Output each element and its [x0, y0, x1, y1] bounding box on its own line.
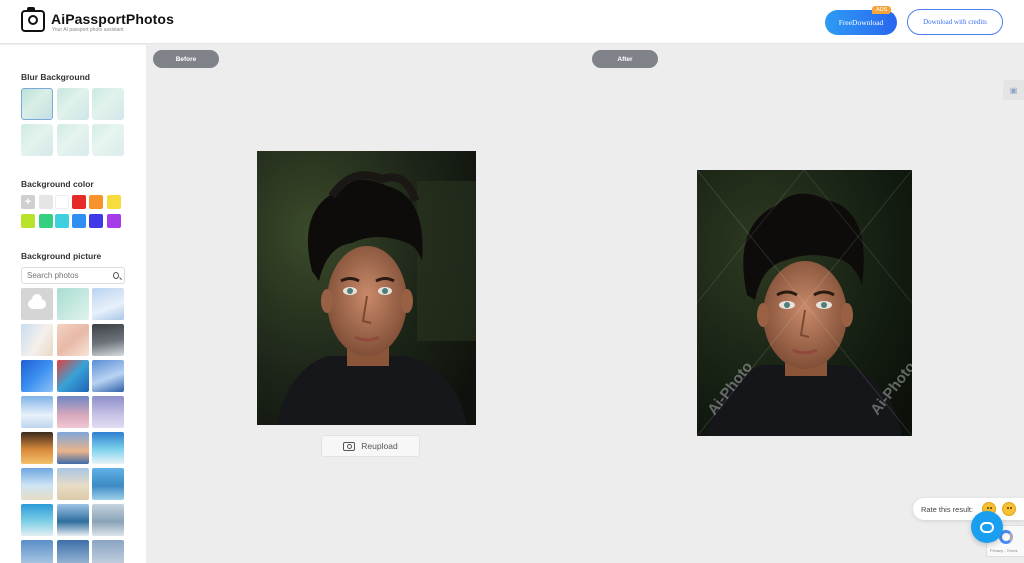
color-swatch-orange[interactable] — [89, 195, 103, 209]
bg-picture-tile[interactable] — [57, 396, 89, 428]
bg-picture-tile[interactable] — [21, 360, 53, 392]
background-picture-title: Background picture — [21, 251, 102, 261]
color-swatch-blue[interactable] — [72, 214, 86, 228]
bg-picture-tile[interactable] — [21, 504, 53, 536]
before-photo — [257, 151, 476, 425]
bg-picture-tile[interactable] — [92, 324, 124, 356]
bg-picture-tile[interactable] — [57, 504, 89, 536]
add-color-icon[interactable]: + — [21, 195, 35, 209]
blur-option-6[interactable] — [92, 124, 124, 156]
bg-picture-tile[interactable] — [57, 540, 89, 563]
color-swatch-lime[interactable] — [21, 214, 35, 228]
color-swatch-cyan[interactable] — [55, 214, 69, 228]
color-swatch-red[interactable] — [72, 195, 86, 209]
blur-option-5[interactable] — [57, 124, 89, 156]
search-icon[interactable] — [113, 272, 119, 279]
bg-picture-tile[interactable] — [57, 360, 89, 392]
download-with-credits-button[interactable]: Download with credits — [907, 9, 1003, 35]
color-swatch-indigo[interactable] — [89, 214, 103, 228]
top-header: AiPassportPhotos Your AI passport photo … — [0, 0, 1024, 44]
cloud-upload-icon — [28, 294, 46, 309]
search-photos-input[interactable] — [27, 271, 113, 280]
bg-picture-tile[interactable] — [92, 468, 124, 500]
sad-face-icon[interactable] — [1002, 502, 1016, 516]
bg-picture-tile[interactable] — [21, 324, 53, 356]
bg-picture-tile[interactable] — [92, 288, 124, 320]
brand-tagline: Your AI passport photo assistant — [52, 27, 124, 33]
sidebar-panel: Blur Background Background color + Backg… — [0, 45, 146, 563]
blur-option-3[interactable] — [92, 88, 124, 120]
color-swatch-lightgray[interactable] — [39, 195, 53, 209]
bg-picture-tile[interactable] — [92, 360, 124, 392]
color-swatch-yellow[interactable] — [107, 195, 121, 209]
brand-name[interactable]: AiPassportPhotos — [51, 11, 174, 27]
camera-icon — [343, 441, 356, 451]
blur-option-1[interactable] — [21, 88, 53, 120]
upload-background-button[interactable] — [21, 288, 53, 320]
blur-background-title: Blur Background — [21, 72, 90, 82]
search-photos-box[interactable] — [21, 267, 125, 284]
reupload-label: Reupload — [361, 441, 398, 451]
bg-picture-tile[interactable] — [57, 468, 89, 500]
blur-option-2[interactable] — [57, 88, 89, 120]
recaptcha-text: Privacy - Terms — [990, 548, 1018, 553]
background-color-title: Background color — [21, 179, 94, 189]
bg-picture-tile[interactable] — [92, 540, 124, 563]
bg-picture-tile[interactable] — [92, 396, 124, 428]
before-label: Before — [153, 50, 219, 68]
bg-picture-tile[interactable] — [57, 432, 89, 464]
color-swatch-green[interactable] — [39, 214, 53, 228]
color-swatch-white[interactable] — [55, 195, 69, 209]
chat-bubble-icon — [980, 521, 994, 533]
bg-picture-tile[interactable] — [21, 468, 53, 500]
blur-option-4[interactable] — [21, 124, 53, 156]
bg-picture-tile[interactable] — [21, 432, 53, 464]
after-photo: Ai-Photo Ai-Photo — [697, 170, 912, 436]
rate-prompt: Rate this result: — [921, 504, 974, 514]
bg-picture-tile[interactable] — [21, 396, 53, 428]
camera-logo-icon[interactable] — [21, 7, 45, 32]
bg-picture-tile[interactable] — [92, 432, 124, 464]
bg-picture-tile[interactable] — [57, 324, 89, 356]
ads-badge: ADS — [872, 6, 892, 14]
image-icon[interactable]: ▣ — [1003, 80, 1024, 100]
after-label: After — [592, 50, 658, 68]
reupload-button[interactable]: Reupload — [321, 435, 420, 457]
color-swatch-purple[interactable] — [107, 214, 121, 228]
bg-picture-tile[interactable] — [57, 288, 89, 320]
bg-picture-tile[interactable] — [21, 540, 53, 563]
chat-button[interactable] — [971, 511, 1003, 543]
bg-picture-tile[interactable] — [92, 504, 124, 536]
